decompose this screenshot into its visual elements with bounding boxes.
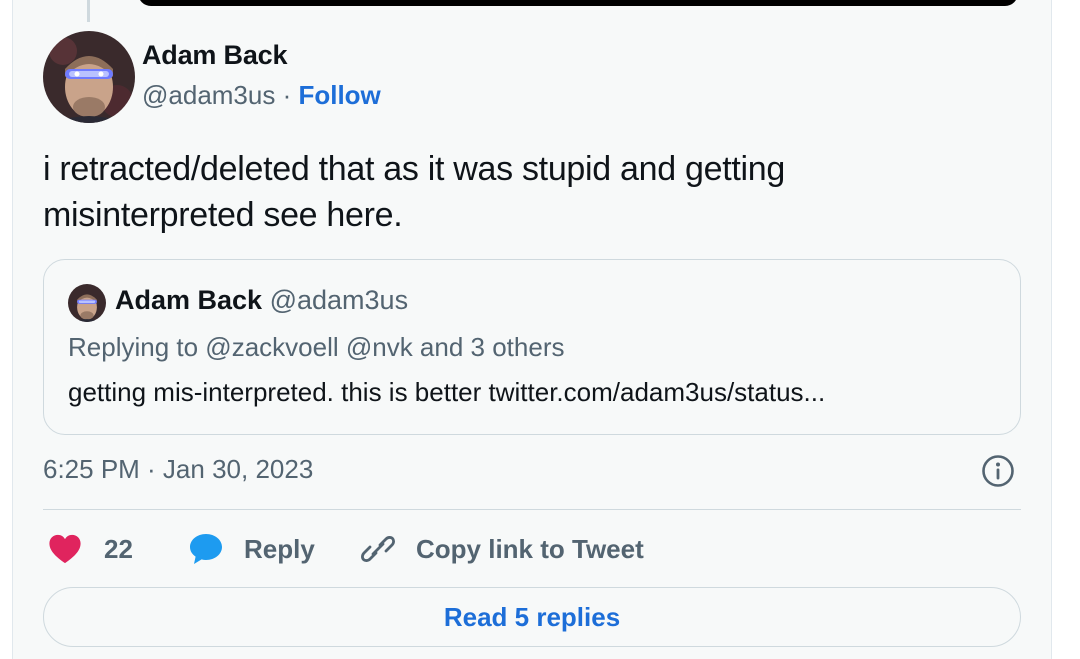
tweet-text-line: i retracted/deleted that as it was stupi… (43, 150, 786, 188)
author-handle-row: @adam3us · Follow (142, 80, 381, 111)
read-replies-button[interactable]: Read 5 replies (43, 587, 1021, 647)
reply-label: Reply (244, 533, 315, 564)
like-count: 22 (104, 533, 133, 564)
author-name[interactable]: Adam Back (142, 40, 287, 71)
divider (43, 509, 1021, 510)
heart-icon (48, 533, 82, 565)
link-icon (360, 531, 396, 567)
info-icon[interactable] (981, 454, 1015, 488)
quoted-author-row: Adam Back @adam3us (115, 285, 408, 316)
thread-line (87, 0, 90, 22)
quoted-author-handle: @adam3us (269, 285, 409, 315)
reply-button[interactable]: Reply (188, 529, 315, 569)
follow-button[interactable]: Follow (298, 80, 380, 110)
author-handle[interactable]: @adam3us (142, 80, 275, 110)
tweet-text-line: misinterpreted see here. (43, 196, 403, 234)
like-button[interactable]: 22 (48, 529, 133, 569)
handle-separator: · (275, 80, 299, 110)
tweet-text: i retracted/deleted that as it was stupi… (43, 146, 943, 238)
tweet-timestamp[interactable]: 6:25 PM · Jan 30, 2023 (43, 454, 313, 485)
quoted-author-name: Adam Back (115, 285, 263, 315)
quoted-replying-to: Replying to @zackvoell @nvk and 3 others (68, 332, 565, 362)
previous-tweet-media[interactable] (138, 0, 1018, 6)
copy-link-label: Copy link to Tweet (416, 533, 644, 564)
speech-bubble-icon (188, 532, 224, 566)
avatar[interactable] (43, 31, 135, 123)
quoted-tweet-text: getting mis-interpreted. this is better … (68, 377, 826, 407)
copy-link-button[interactable]: Copy link to Tweet (360, 529, 644, 569)
quoted-avatar[interactable] (68, 284, 106, 322)
